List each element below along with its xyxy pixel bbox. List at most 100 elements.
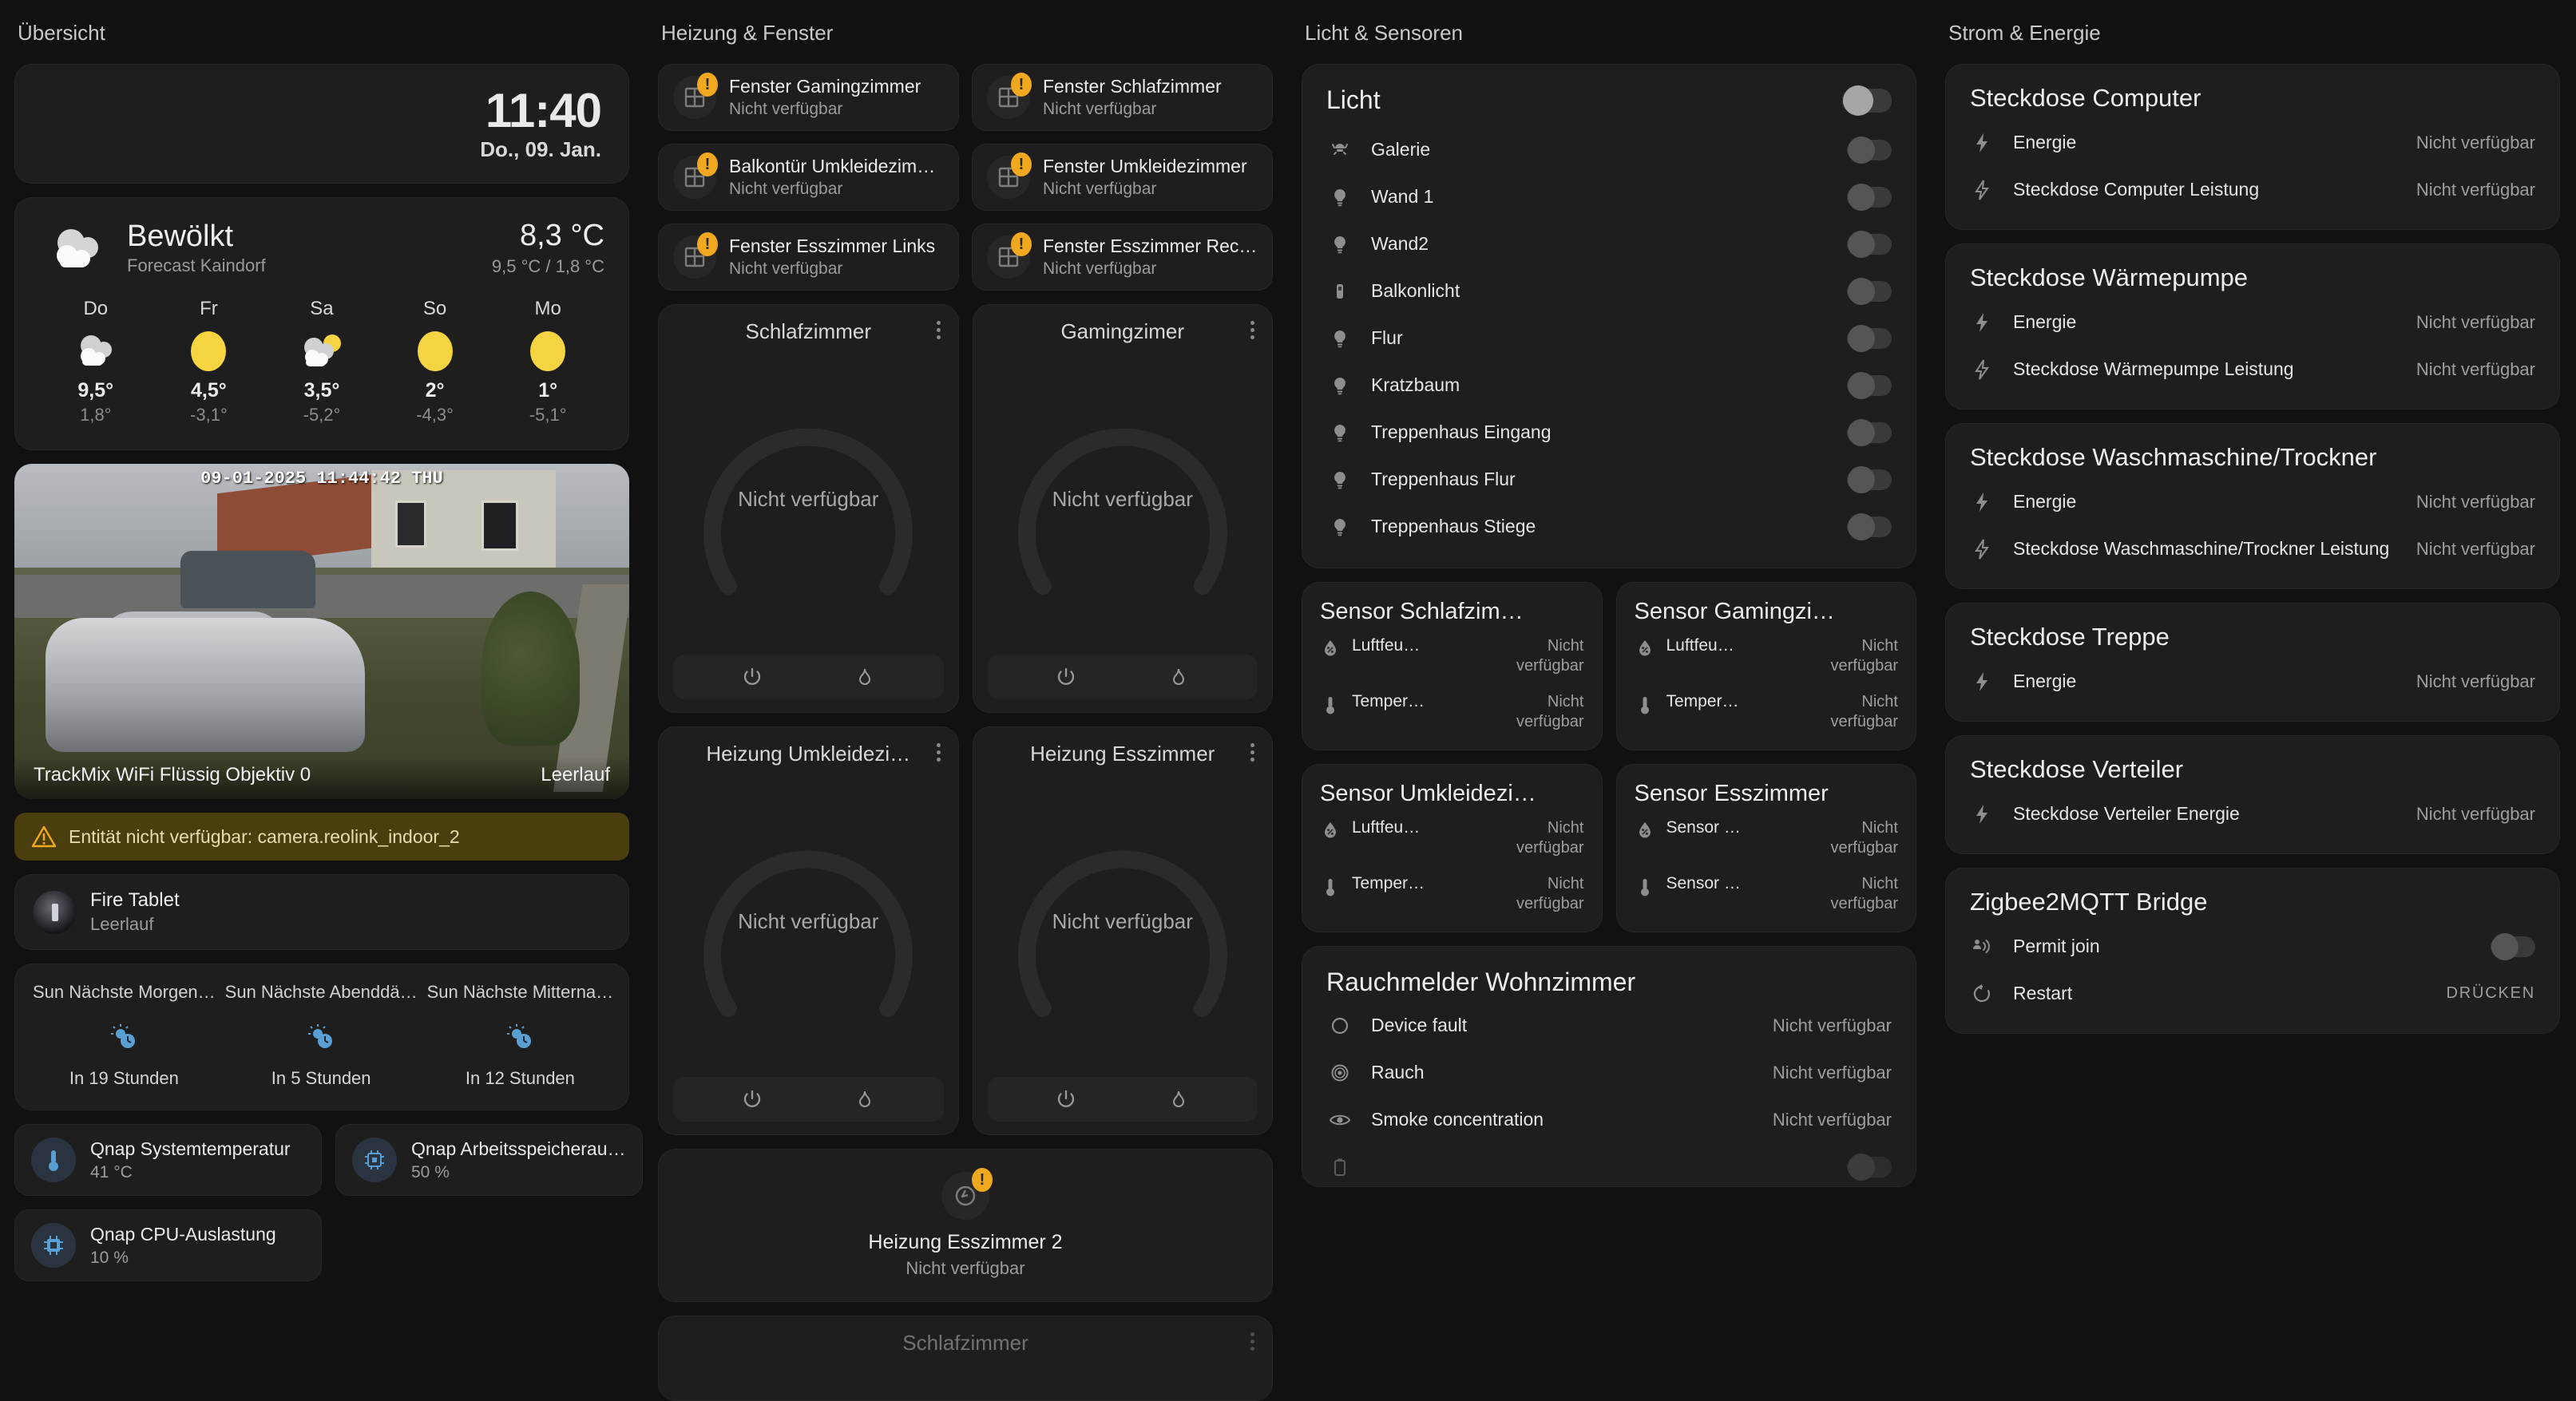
light-row-wand-1[interactable]: Wand 1 (1326, 173, 1892, 220)
sensor-value: Nicht verfügbar (1810, 692, 1898, 732)
light-row-galerie[interactable]: Galerie (1326, 126, 1892, 173)
thermostat-card-gamingzimer[interactable]: Gamingzimer Nicht verfügbar (973, 304, 1274, 713)
flame-icon[interactable] (1168, 1089, 1189, 1110)
smoke-row-device-fault[interactable]: Device fault Nicht verfügbar (1326, 997, 1892, 1049)
window-icon: ! (673, 76, 716, 119)
light-row-flur[interactable]: Flur (1326, 315, 1892, 362)
thermostat-dial[interactable] (850, 1378, 1081, 1401)
thermostat-name: Heizung Esszimmer (1030, 742, 1215, 766)
light-row-treppenhaus-stiege[interactable]: Treppenhaus Stiege (1326, 503, 1892, 550)
window-badge-fenster-gamingzimmer[interactable]: ! Fenster Gamingzimmer Nicht verfügbar (658, 64, 959, 131)
energy-row[interactable]: Energie Nicht verfügbar (1970, 658, 2535, 705)
more-options-icon[interactable] (1250, 1332, 1254, 1351)
light-toggle[interactable] (1847, 140, 1892, 160)
sun-glance-item[interactable]: Sun Nächste Mitterna… In 12 Stunden (422, 982, 619, 1089)
flame-icon[interactable] (854, 1089, 875, 1110)
sensor-row[interactable]: Luftfeu… Nicht verfügbar (1320, 625, 1584, 681)
window-badge-fenster-schlafzimmer[interactable]: ! Fenster Schlafzimmer Nicht verfügbar (972, 64, 1273, 131)
thermostat-dial[interactable] (692, 366, 924, 606)
energy-card-steckdose-computer: Steckdose Computer Energie Nicht verfügb… (1945, 64, 2560, 230)
thermostat-row-1: Schlafzimmer Nicht verfügbar Gamingzimer (658, 304, 1273, 713)
power-icon[interactable] (1056, 667, 1076, 687)
light-toggle[interactable] (1847, 234, 1892, 255)
media-player-card[interactable]: Fire Tablet Leerlauf (14, 874, 629, 950)
tile-qnap-arbeitsspeicher[interactable]: Qnap Arbeitsspeicherausl… 50 % (335, 1124, 643, 1196)
energy-row[interactable]: Energie Nicht verfügbar (1970, 119, 2535, 166)
light-row-kratzbaum[interactable]: Kratzbaum (1326, 362, 1892, 409)
thermostat-card-schlafzimmer[interactable]: Schlafzimmer Nicht verfügbar (658, 304, 959, 713)
sun-clock-icon (220, 1023, 422, 1051)
light-row-treppenhaus-flur[interactable]: Treppenhaus Flur (1326, 456, 1892, 503)
sensor-name: Temper… (1666, 692, 1800, 711)
memory-icon (352, 1138, 397, 1182)
weather-card[interactable]: Bewölkt Forecast Kaindorf 8,3 °C 9,5 °C … (14, 197, 629, 450)
energy-row[interactable]: Steckdose Waschmaschine/Trockner Leistun… (1970, 525, 2535, 572)
light-row-treppenhaus-eingang[interactable]: Treppenhaus Eingang (1326, 409, 1892, 456)
sun-glance-item[interactable]: Sun Nächste Abenddä… In 5 Stunden (220, 982, 422, 1089)
smoke-row-partial[interactable] (1326, 1143, 1892, 1178)
thermostat-card-heizung-esszimmer[interactable]: Heizung Esszimmer Nicht verfügbar (973, 726, 1274, 1135)
energy-row[interactable]: Steckdose Verteiler Energie Nicht verfüg… (1970, 790, 2535, 837)
window-badge-balkontuer-umkleidezimmer[interactable]: ! Balkontür Umkleidezimmer Nicht verfügb… (658, 144, 959, 211)
light-toggle[interactable] (1847, 469, 1892, 490)
sensor-row[interactable]: Temper… Nicht verfügbar (1320, 863, 1584, 919)
sensor-row[interactable]: Sensor … Nicht verfügbar (1635, 807, 1899, 863)
thermostat-card-heizung-umkleidezimmer[interactable]: Heizung Umkleidezi… Nicht verfügbar (658, 726, 959, 1135)
circle-outline-icon (1326, 1015, 1353, 1036)
tile-heizung-esszimmer-2[interactable]: ! Heizung Esszimmer 2 Nicht verfügbar (658, 1149, 1273, 1302)
light-row-balkonlicht[interactable]: Balkonlicht (1326, 267, 1892, 315)
lights-master-toggle[interactable] (1842, 89, 1892, 113)
thermostat-dial[interactable] (1007, 789, 1238, 1028)
camera-card[interactable]: 09-01-2025 11:44:42 THU TrackMix WiFi Fl… (14, 464, 629, 799)
energy-row[interactable]: Steckdose Wärmepumpe Leistung Nicht verf… (1970, 346, 2535, 393)
light-toggle[interactable] (1847, 516, 1892, 537)
tile-qnap-systemtemperatur[interactable]: Qnap Systemtemperatur 41 °C (14, 1124, 322, 1196)
clock-card[interactable]: 11:40 Do., 09. Jan. (14, 64, 629, 184)
energy-row[interactable]: Energie Nicht verfügbar (1970, 478, 2535, 525)
thermostat-dial[interactable] (1007, 366, 1238, 606)
power-icon[interactable] (742, 1089, 763, 1110)
smoke-row-rauch[interactable]: Rauch Nicht verfügbar (1326, 1049, 1892, 1096)
restart-action-button[interactable]: DRÜCKEN (2447, 984, 2536, 1003)
window-badge-fenster-esszimmer-rechts[interactable]: ! Fenster Esszimmer Rechts Nicht verfügb… (972, 224, 1273, 291)
energy-row[interactable]: Steckdose Computer Leistung Nicht verfüg… (1970, 166, 2535, 213)
smoke-row-name: Device fault (1371, 1015, 1755, 1036)
sensor-card-title: Sensor Gamingzi… (1635, 599, 1899, 625)
zigbee-bridge-card: Zigbee2MQTT Bridge Permit join Restart D… (1945, 868, 2560, 1034)
thermostat-card-schlafzimmer-bottom[interactable]: Schlafzimmer (658, 1316, 1273, 1401)
sensor-row[interactable]: Sensor … Nicht verfügbar (1635, 863, 1899, 919)
energy-row[interactable]: Energie Nicht verfügbar (1970, 299, 2535, 346)
thermostat-name: Schlafzimmer (746, 319, 871, 344)
window-state: Nicht verfügbar (1043, 259, 1258, 279)
window-badge-fenster-esszimmer-links[interactable]: ! Fenster Esszimmer Links Nicht verfügba… (658, 224, 959, 291)
sensor-value: Nicht verfügbar (1810, 874, 1898, 914)
sensor-row[interactable]: Luftfeu… Nicht verfügbar (1320, 807, 1584, 863)
zigbee-row-restart[interactable]: Restart DRÜCKEN (1970, 970, 2535, 1017)
more-options-icon[interactable] (1250, 743, 1254, 762)
flame-icon[interactable] (854, 667, 875, 687)
light-toggle[interactable] (1847, 328, 1892, 349)
sensor-value: Nicht verfügbar (1810, 636, 1898, 676)
power-icon[interactable] (742, 667, 763, 687)
light-row-wand2[interactable]: Wand2 (1326, 220, 1892, 267)
window-badge-fenster-umkleidezimmer[interactable]: ! Fenster Umkleidezimmer Nicht verfügbar (972, 144, 1273, 211)
smoke-row-smoke-concentration[interactable]: Smoke concentration Nicht verfügbar (1326, 1096, 1892, 1143)
sensor-row[interactable]: Temper… Nicht verfügbar (1320, 681, 1584, 737)
tile-qnap-cpu-auslastung[interactable]: Qnap CPU-Auslastung 10 % (14, 1209, 322, 1281)
more-options-icon[interactable] (937, 743, 941, 762)
power-icon[interactable] (1056, 1089, 1076, 1110)
light-toggle[interactable] (1847, 422, 1892, 443)
light-toggle[interactable] (1847, 187, 1892, 208)
smoke-row-toggle[interactable] (1847, 1157, 1892, 1177)
more-options-icon[interactable] (937, 321, 941, 339)
sensor-row[interactable]: Temper… Nicht verfügbar (1635, 681, 1899, 737)
thermostat-dial[interactable] (692, 789, 924, 1028)
flame-icon[interactable] (1168, 667, 1189, 687)
permit-join-toggle[interactable] (2491, 936, 2535, 957)
more-options-icon[interactable] (1250, 321, 1254, 339)
light-toggle[interactable] (1847, 281, 1892, 302)
sensor-row[interactable]: Luftfeu… Nicht verfügbar (1635, 625, 1899, 681)
sun-glance-item[interactable]: Sun Nächste Morgen… In 19 Stunden (28, 982, 220, 1089)
zigbee-row-permit-join[interactable]: Permit join (1970, 923, 2535, 970)
light-toggle[interactable] (1847, 375, 1892, 396)
